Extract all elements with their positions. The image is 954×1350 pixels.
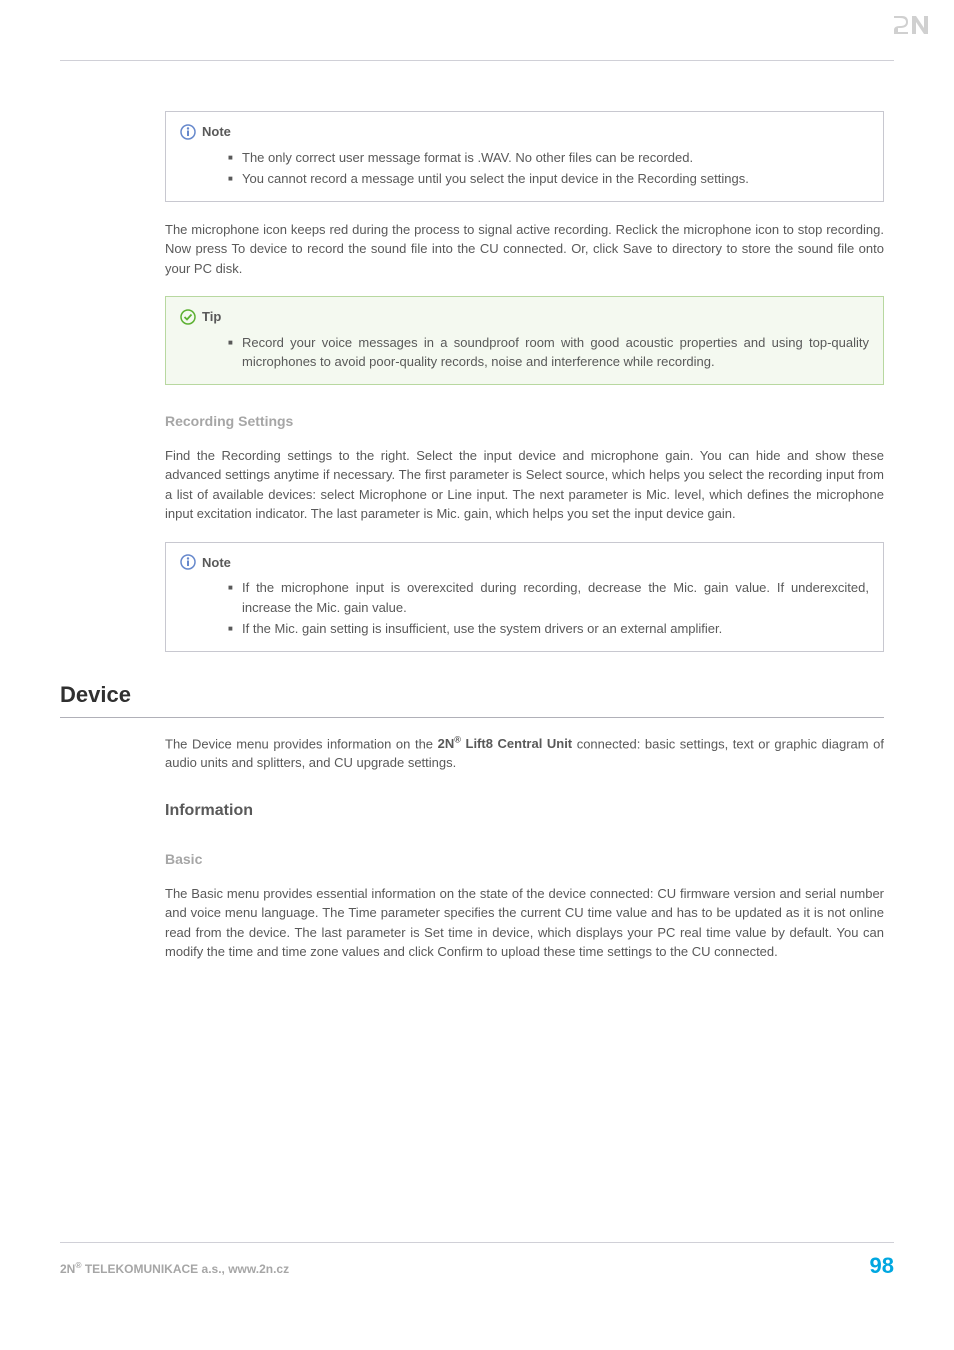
heading-basic: Basic bbox=[165, 849, 884, 870]
tip-callout-1: Tip Record your voice messages in a soun… bbox=[165, 296, 884, 385]
footer-divider bbox=[60, 1242, 894, 1243]
heading-device: Device bbox=[60, 678, 884, 711]
note-title: Note bbox=[202, 122, 231, 142]
note-item: The only correct user message format is … bbox=[228, 148, 869, 168]
footer-page-number: 98 bbox=[870, 1249, 894, 1282]
note-callout-2: Note If the microphone input is overexci… bbox=[165, 542, 884, 652]
header-divider bbox=[60, 60, 894, 61]
para3-bold: 2N® Lift8 Central Unit bbox=[438, 736, 573, 751]
body-paragraph: The microphone icon keeps red during the… bbox=[165, 220, 884, 279]
footer-company: 2N® TELEKOMUNIKACE a.s., www.2n.cz bbox=[60, 1259, 289, 1278]
note-item: If the microphone input is overexcited d… bbox=[228, 578, 869, 617]
heading-rule bbox=[60, 717, 884, 718]
body-paragraph: The Basic menu provides essential inform… bbox=[165, 884, 884, 962]
tip-check-icon bbox=[180, 309, 196, 325]
body-paragraph: The Device menu provides information on … bbox=[165, 734, 884, 773]
note-callout-1: Note The only correct user message forma… bbox=[165, 111, 884, 202]
tip-title: Tip bbox=[202, 307, 221, 327]
body-paragraph: Find the Recording settings to the right… bbox=[165, 446, 884, 524]
logo-2n bbox=[888, 12, 932, 46]
info-icon bbox=[180, 124, 196, 140]
info-icon bbox=[180, 554, 196, 570]
note-item: If the Mic. gain setting is insufficient… bbox=[228, 619, 869, 639]
note-item: You cannot record a message until you se… bbox=[228, 169, 869, 189]
heading-recording-settings: Recording Settings bbox=[165, 411, 884, 432]
note-title: Note bbox=[202, 553, 231, 573]
page-footer: 2N® TELEKOMUNIKACE a.s., www.2n.cz 98 bbox=[60, 1242, 894, 1282]
heading-information: Information bbox=[165, 799, 884, 823]
tip-item: Record your voice messages in a soundpro… bbox=[228, 333, 869, 372]
para3-pre: The Device menu provides information on … bbox=[165, 736, 438, 751]
